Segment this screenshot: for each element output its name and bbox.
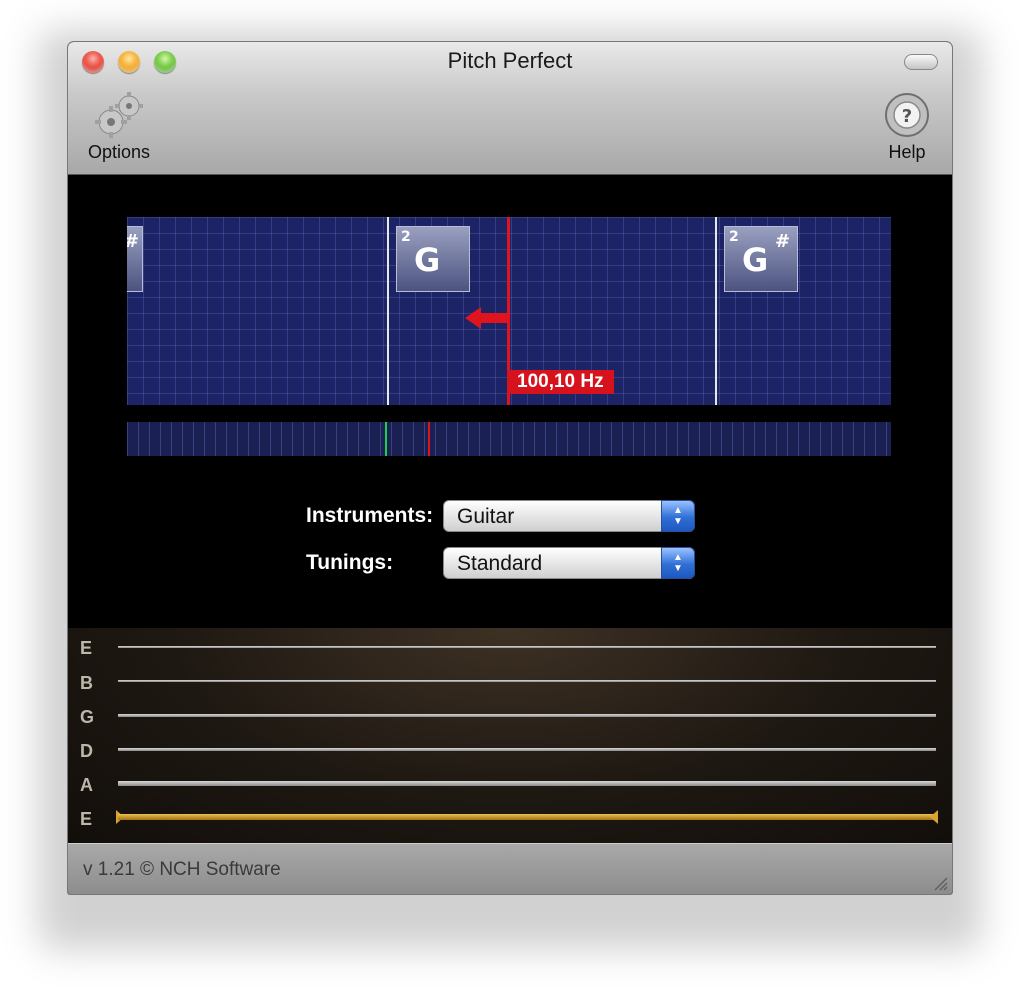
options-label: Options: [87, 142, 151, 162]
toolbar: Pitch Perfect Options ? Help: [68, 42, 952, 175]
status-bar: v 1.21 © NCH Software: [68, 843, 952, 894]
tunings-value: Standard: [457, 552, 543, 575]
string-label-e-high[interactable]: E: [80, 638, 92, 659]
string-e-low[interactable]: [118, 814, 936, 820]
help-button[interactable]: ? Help: [874, 92, 940, 163]
tunings-label: Tunings:: [306, 551, 394, 574]
note-card-previous: #: [127, 226, 143, 292]
toolbar-toggle-button[interactable]: [904, 54, 938, 70]
note-octave: 2: [401, 229, 411, 245]
note-name: G: [414, 241, 441, 279]
app-window: Pitch Perfect Options ? Help 2 G 100,10 …: [68, 42, 952, 894]
note-card-g-sharp: 2 G #: [724, 226, 798, 292]
stepper-arrows-icon: ▲ ▼: [661, 547, 695, 579]
svg-text:?: ?: [902, 106, 912, 127]
pitch-graph: # 2 G 100,10 Hz 2 G #: [127, 217, 891, 405]
window-title: Pitch Perfect: [447, 48, 573, 73]
instruments-value: Guitar: [457, 505, 515, 528]
string-label-b[interactable]: B: [80, 673, 93, 694]
stepper-arrows-icon: ▲ ▼: [661, 500, 695, 532]
string-label-e-low[interactable]: E: [80, 809, 92, 830]
note-sharp: #: [775, 231, 791, 252]
string-b[interactable]: [118, 680, 936, 682]
note-marker-line: [387, 217, 389, 405]
instruments-select[interactable]: Guitar ▲ ▼: [443, 500, 695, 532]
note-card-g: 2 G: [396, 226, 470, 292]
string-a[interactable]: [118, 781, 936, 786]
string-d[interactable]: [118, 748, 936, 751]
version-text: v 1.21 © NCH Software: [83, 859, 281, 880]
instruments-label: Instruments:: [306, 504, 434, 527]
note-name: G: [742, 241, 769, 279]
note-marker-line: [715, 217, 717, 405]
frequency-readout: 100,10 Hz: [507, 370, 614, 394]
string-label-a[interactable]: A: [80, 775, 93, 796]
target-marker: [385, 422, 387, 456]
string-end-right-icon: [930, 810, 938, 824]
resize-grip-icon[interactable]: [932, 875, 948, 891]
string-label-d[interactable]: D: [80, 741, 93, 762]
cent-meter: [127, 422, 891, 456]
note-octave: 2: [729, 229, 739, 245]
help-label: Help: [888, 142, 926, 162]
string-panel: E B G D A E: [68, 628, 952, 843]
string-e-high[interactable]: [118, 646, 936, 648]
current-marker: [428, 422, 430, 456]
string-label-g[interactable]: G: [80, 707, 94, 728]
tunings-select[interactable]: Standard ▲ ▼: [443, 547, 695, 579]
help-icon: ?: [885, 93, 929, 137]
options-button[interactable]: Options: [82, 92, 156, 163]
arrow-left-icon: [465, 307, 507, 329]
gears-icon: [95, 92, 143, 138]
string-g[interactable]: [118, 714, 936, 717]
note-fragment: #: [127, 231, 139, 252]
